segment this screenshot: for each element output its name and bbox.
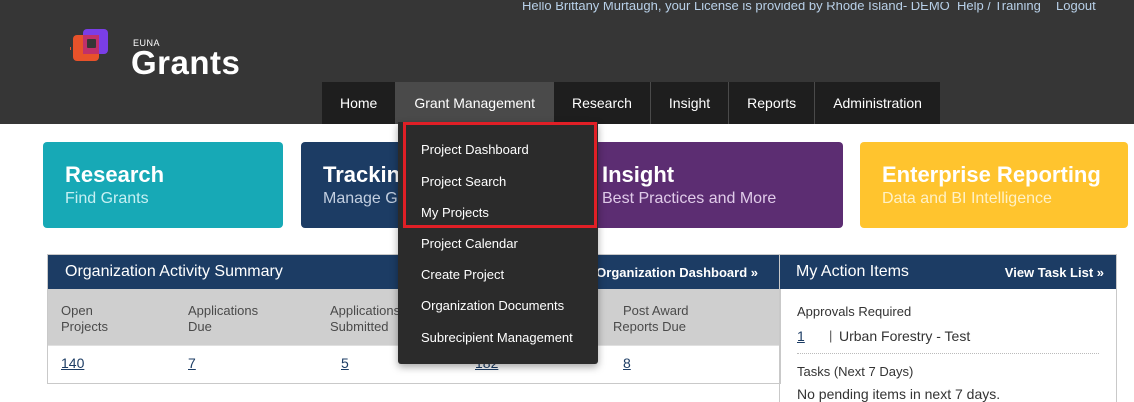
approvals-count-link[interactable]: 1 — [797, 328, 805, 344]
view-task-list-link[interactable]: View Task List » — [1005, 265, 1104, 280]
nav-reports[interactable]: Reports — [729, 82, 815, 124]
tile-insight-subtitle: Best Practices and More — [602, 190, 777, 207]
tile-research[interactable]: Research Find Grants — [43, 142, 283, 228]
highlight-box — [403, 122, 597, 228]
menu-item-organization-documents[interactable]: Organization Documents — [421, 298, 564, 313]
view-organization-dashboard-link[interactable]: v Organization Dashboard » — [585, 265, 758, 280]
action-items-divider — [797, 353, 1099, 354]
logout-link[interactable]: Logout — [1056, 2, 1096, 12]
page-header: Hello Brittany Murtaugh, your License is… — [0, 0, 1134, 124]
menu-item-create-project[interactable]: Create Project — [421, 267, 504, 282]
tile-research-title: Research — [65, 162, 165, 187]
logo-mark-icon — [70, 29, 108, 61]
approvals-required-label: Approvals Required — [797, 304, 912, 319]
org-summary-title: Organization Activity Summary — [65, 263, 283, 280]
col-applications-due: Applications Due — [188, 303, 258, 335]
nav-grant-management[interactable]: Grant Management — [396, 82, 553, 124]
tile-insight[interactable]: Insight Best Practices and More — [580, 142, 843, 228]
col-label-line: Reports Due — [613, 319, 686, 334]
euna-grants-logo[interactable]: EUNA Grants — [70, 20, 260, 81]
tile-enterprise-subtitle: Data and BI Intelligence — [882, 190, 1052, 207]
top-bar: Hello Brittany Murtaugh, your License is… — [0, 2, 1134, 18]
nav-administration[interactable]: Administration — [815, 82, 940, 124]
tile-research-subtitle: Find Grants — [65, 190, 149, 207]
my-action-items: My Action Items View Task List » Approva… — [779, 254, 1117, 402]
nav-research[interactable]: Research — [553, 82, 650, 124]
col-open-projects: Open Projects — [61, 303, 108, 335]
action-items-title: My Action Items — [796, 263, 909, 280]
help-training-link[interactable]: Help / Training — [957, 2, 1041, 12]
col-label-line: Applications — [330, 303, 401, 318]
col-applications-submitted: Applications Submitted — [330, 303, 400, 335]
col-label-line: Due — [188, 319, 212, 334]
tile-insight-title: Insight — [602, 162, 675, 187]
approval-item[interactable]: Urban Forestry - Test — [839, 328, 970, 344]
action-items-header: My Action Items View Task List » — [780, 255, 1116, 289]
nav-insight[interactable]: Insight — [650, 82, 729, 124]
tasks-label: Tasks (Next 7 Days) — [797, 364, 914, 379]
post-award-reports-due-count[interactable]: 8 — [623, 355, 631, 371]
open-projects-count[interactable]: 140 — [61, 355, 84, 371]
approval-separator: | — [829, 328, 833, 343]
main-nav: Home Grant Management Research Insight R… — [322, 82, 940, 124]
license-greeting: Hello Brittany Murtaugh, your License is… — [522, 2, 950, 13]
menu-item-subrecipient-management[interactable]: Subrecipient Management — [421, 330, 573, 345]
tile-enterprise-title: Enterprise Reporting — [882, 162, 1101, 187]
col-label-line: Projects — [61, 319, 108, 334]
menu-item-project-calendar[interactable]: Project Calendar — [421, 236, 518, 251]
col-label-line: Submitted — [330, 319, 389, 334]
col-label-line: Open — [61, 303, 93, 318]
nav-home[interactable]: Home — [322, 82, 396, 124]
tasks-empty-message: No pending items in next 7 days. — [797, 386, 1001, 402]
col-label-line: Applications — [188, 303, 259, 318]
col-label-line: Post Award — [623, 303, 689, 318]
col-post-award-reports-due: Post Award Reports Due — [613, 303, 689, 335]
applications-due-count[interactable]: 7 — [188, 355, 196, 371]
tile-enterprise-reporting[interactable]: Enterprise Reporting Data and BI Intelli… — [860, 142, 1128, 228]
logo-grants-text: Grants — [131, 44, 241, 81]
applications-submitted-count[interactable]: 5 — [341, 355, 349, 371]
